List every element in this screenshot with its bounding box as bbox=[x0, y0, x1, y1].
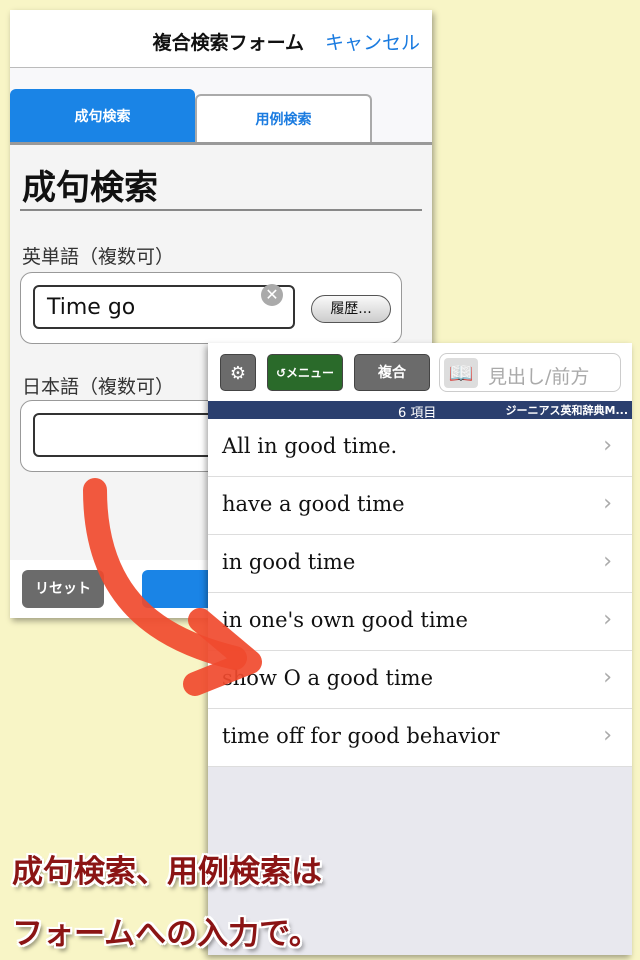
toolbar: ⚙ ↺メニュー 複合 📖 見出し/前方 bbox=[208, 343, 632, 401]
tab-idiom-search[interactable]: 成句検索 bbox=[10, 89, 195, 142]
back-arrow-icon: ↺ bbox=[275, 366, 287, 380]
list-item[interactable]: show O a good time › bbox=[208, 651, 632, 709]
chevron-right-icon: › bbox=[603, 665, 612, 690]
gear-icon[interactable]: ⚙ bbox=[220, 354, 256, 391]
form-title: 複合検索フォーム bbox=[152, 32, 304, 54]
form-header: 複合検索フォーム キャンセル bbox=[10, 10, 432, 68]
reset-button[interactable]: リセット bbox=[22, 570, 104, 608]
english-group: Time go ✕ 履歴... bbox=[20, 272, 402, 344]
list-item[interactable]: time off for good behavior › bbox=[208, 709, 632, 767]
dictionary-name: ジーニアス英和辞典M... bbox=[505, 404, 628, 417]
tab-example-search[interactable]: 用例検索 bbox=[195, 94, 372, 142]
caption-line-2: フォームへの入力で。 bbox=[12, 916, 320, 952]
menu-button[interactable]: ↺メニュー bbox=[267, 354, 343, 391]
item-text: All in good time. bbox=[222, 434, 398, 458]
chevron-right-icon: › bbox=[603, 607, 612, 632]
result-list: All in good time. › have a good time › in go… bbox=[208, 419, 632, 767]
list-item[interactable]: in good time › bbox=[208, 535, 632, 593]
chevron-right-icon: › bbox=[603, 549, 612, 574]
item-text: show O a good time bbox=[222, 666, 434, 690]
cancel-button[interactable]: キャンセル bbox=[325, 28, 420, 55]
search-box[interactable]: 📖 見出し/前方 bbox=[439, 353, 621, 392]
clear-icon[interactable]: ✕ bbox=[261, 284, 283, 306]
caption-line-1: 成句検索、用例検索は bbox=[12, 854, 322, 890]
chevron-right-icon: › bbox=[603, 491, 612, 516]
search-placeholder: 見出し/前方 bbox=[488, 366, 590, 388]
list-item[interactable]: in one's own good time › bbox=[208, 593, 632, 651]
chevron-right-icon: › bbox=[603, 433, 612, 458]
tab-bar: 成句検索 用例検索 bbox=[10, 68, 432, 145]
item-text: in good time bbox=[222, 550, 356, 574]
book-icon[interactable]: 📖 bbox=[444, 358, 478, 388]
menu-label: メニュー bbox=[286, 366, 335, 380]
divider bbox=[20, 209, 422, 211]
japanese-label: 日本語（複数可） bbox=[22, 376, 175, 398]
compound-button[interactable]: 複合 bbox=[354, 354, 430, 391]
history-button[interactable]: 履歴... bbox=[311, 295, 391, 323]
chevron-right-icon: › bbox=[603, 723, 612, 748]
item-text: time off for good behavior bbox=[222, 724, 500, 748]
list-item[interactable]: All in good time. › bbox=[208, 419, 632, 477]
item-text: have a good time bbox=[222, 492, 405, 516]
item-text: in one's own good time bbox=[222, 608, 468, 632]
english-input[interactable]: Time go bbox=[33, 285, 295, 329]
list-item[interactable]: have a good time › bbox=[208, 477, 632, 535]
status-bar: 6 項目 ジーニアス英和辞典M... bbox=[208, 401, 632, 421]
section-heading: 成句検索 bbox=[22, 168, 158, 208]
english-label: 英単語（複数可） bbox=[22, 246, 175, 268]
